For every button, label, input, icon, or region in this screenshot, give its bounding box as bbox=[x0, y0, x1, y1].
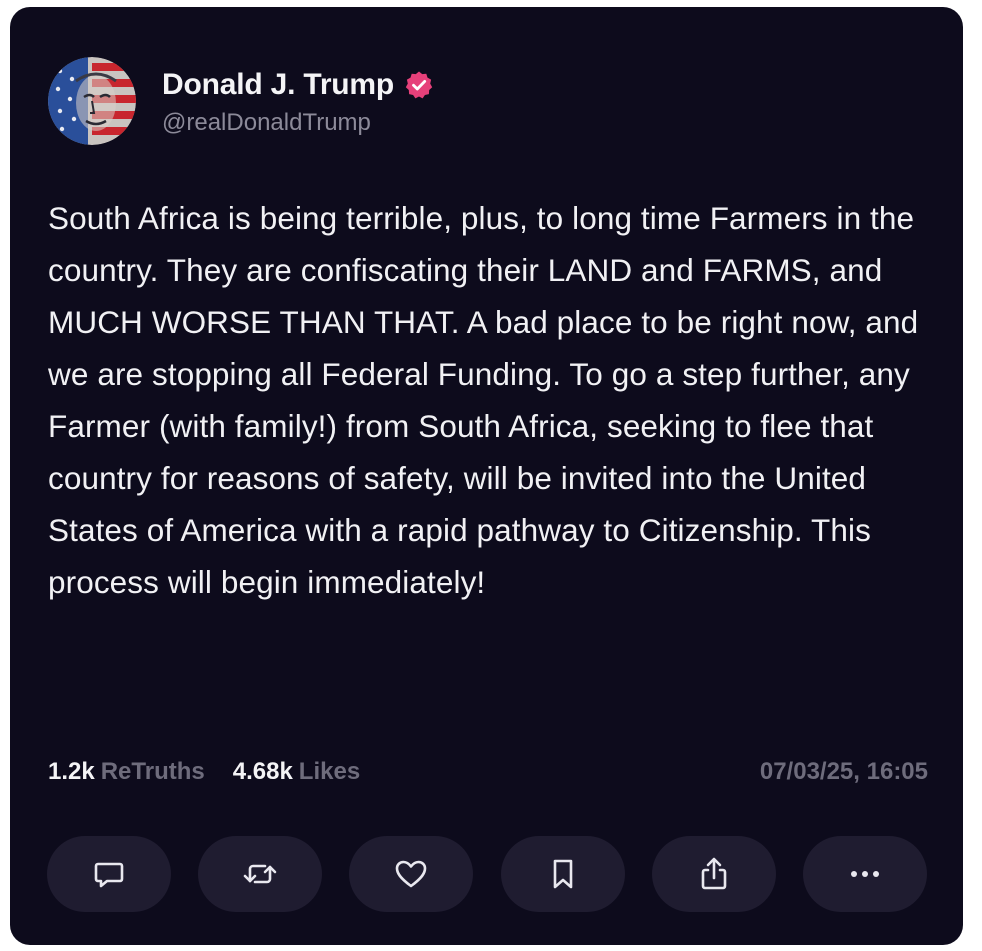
bookmark-button[interactable] bbox=[500, 836, 625, 912]
likes-label[interactable]: Likes bbox=[299, 758, 360, 786]
author-identity: Donald J. Trump @realDonaldTrump bbox=[162, 65, 434, 137]
post-stats: 1.2k ReTruths 4.68k Likes 07/03/25, 16:0… bbox=[48, 755, 928, 789]
american-flag-portrait-avatar-icon bbox=[48, 57, 136, 145]
truth-post-card: Donald J. Trump @realDonaldTrump South A… bbox=[10, 7, 963, 945]
author-handle[interactable]: @realDonaldTrump bbox=[162, 109, 434, 137]
verified-badge-icon bbox=[404, 70, 434, 100]
avatar[interactable] bbox=[48, 57, 136, 145]
like-button[interactable] bbox=[349, 836, 474, 912]
heart-icon bbox=[396, 860, 427, 888]
reply-icon bbox=[94, 862, 124, 888]
share-icon bbox=[701, 857, 727, 890]
reply-button[interactable] bbox=[47, 836, 171, 912]
retruths-label[interactable]: ReTruths bbox=[101, 758, 205, 786]
name-row: Donald J. Trump bbox=[162, 65, 434, 105]
post-body-text: South Africa is being terrible, plus, to… bbox=[48, 200, 919, 600]
post-action-bar bbox=[47, 836, 927, 912]
retruths-count[interactable]: 1.2k bbox=[48, 758, 95, 786]
more-icon bbox=[850, 871, 879, 877]
retruth-button[interactable] bbox=[198, 836, 323, 912]
author-display-name[interactable]: Donald J. Trump bbox=[162, 68, 394, 102]
bookmark-icon bbox=[553, 859, 572, 889]
likes-count[interactable]: 4.68k bbox=[233, 758, 293, 786]
more-options-button[interactable] bbox=[802, 836, 927, 912]
post-timestamp: 07/03/25, 16:05 bbox=[759, 758, 928, 785]
retruth-icon bbox=[243, 864, 277, 884]
post-header: Donald J. Trump @realDonaldTrump bbox=[48, 57, 434, 145]
share-button[interactable] bbox=[651, 836, 776, 912]
